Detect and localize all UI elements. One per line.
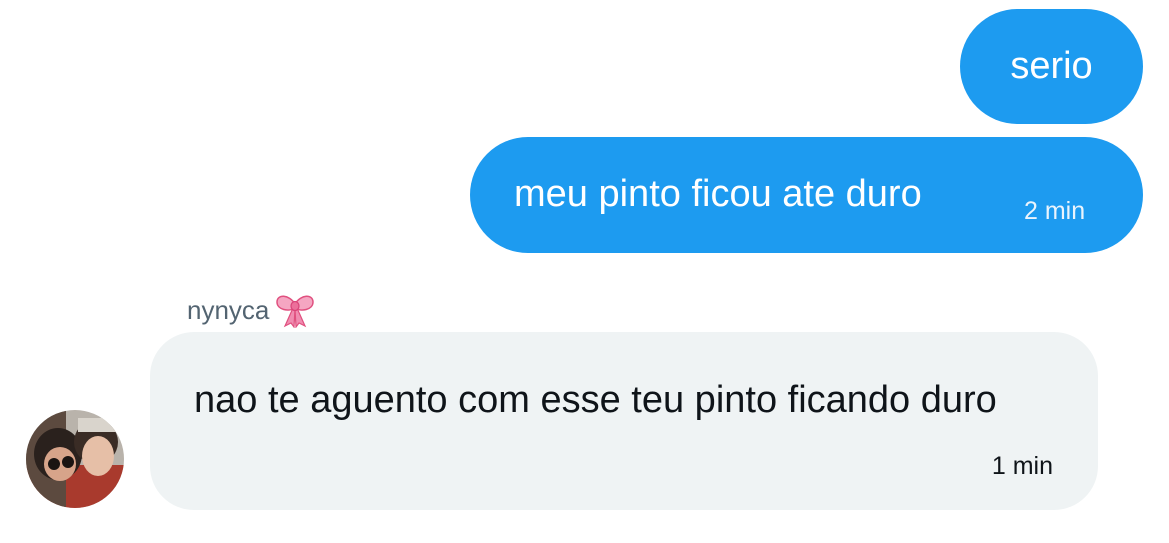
sender-name-row: nynyca [187, 290, 315, 330]
outgoing-message-bubble[interactable]: serio [960, 9, 1143, 124]
message-timestamp: 1 min [991, 452, 1053, 480]
incoming-message-bubble[interactable]: nao te aguento com esse teu pinto ficand… [150, 332, 1098, 510]
avatar[interactable] [26, 410, 124, 508]
message-timestamp: 2 min [1024, 197, 1086, 225]
outgoing-message-bubble[interactable]: meu pinto ficou ate duro 2 min [470, 137, 1143, 253]
message-text: meu pinto ficou ate duro [514, 173, 922, 215]
bow-emoji-icon [275, 292, 315, 329]
message-text: nao te aguento com esse teu pinto ficand… [194, 379, 997, 421]
sender-name: nynyca [187, 294, 270, 325]
message-text: serio [1010, 45, 1093, 87]
